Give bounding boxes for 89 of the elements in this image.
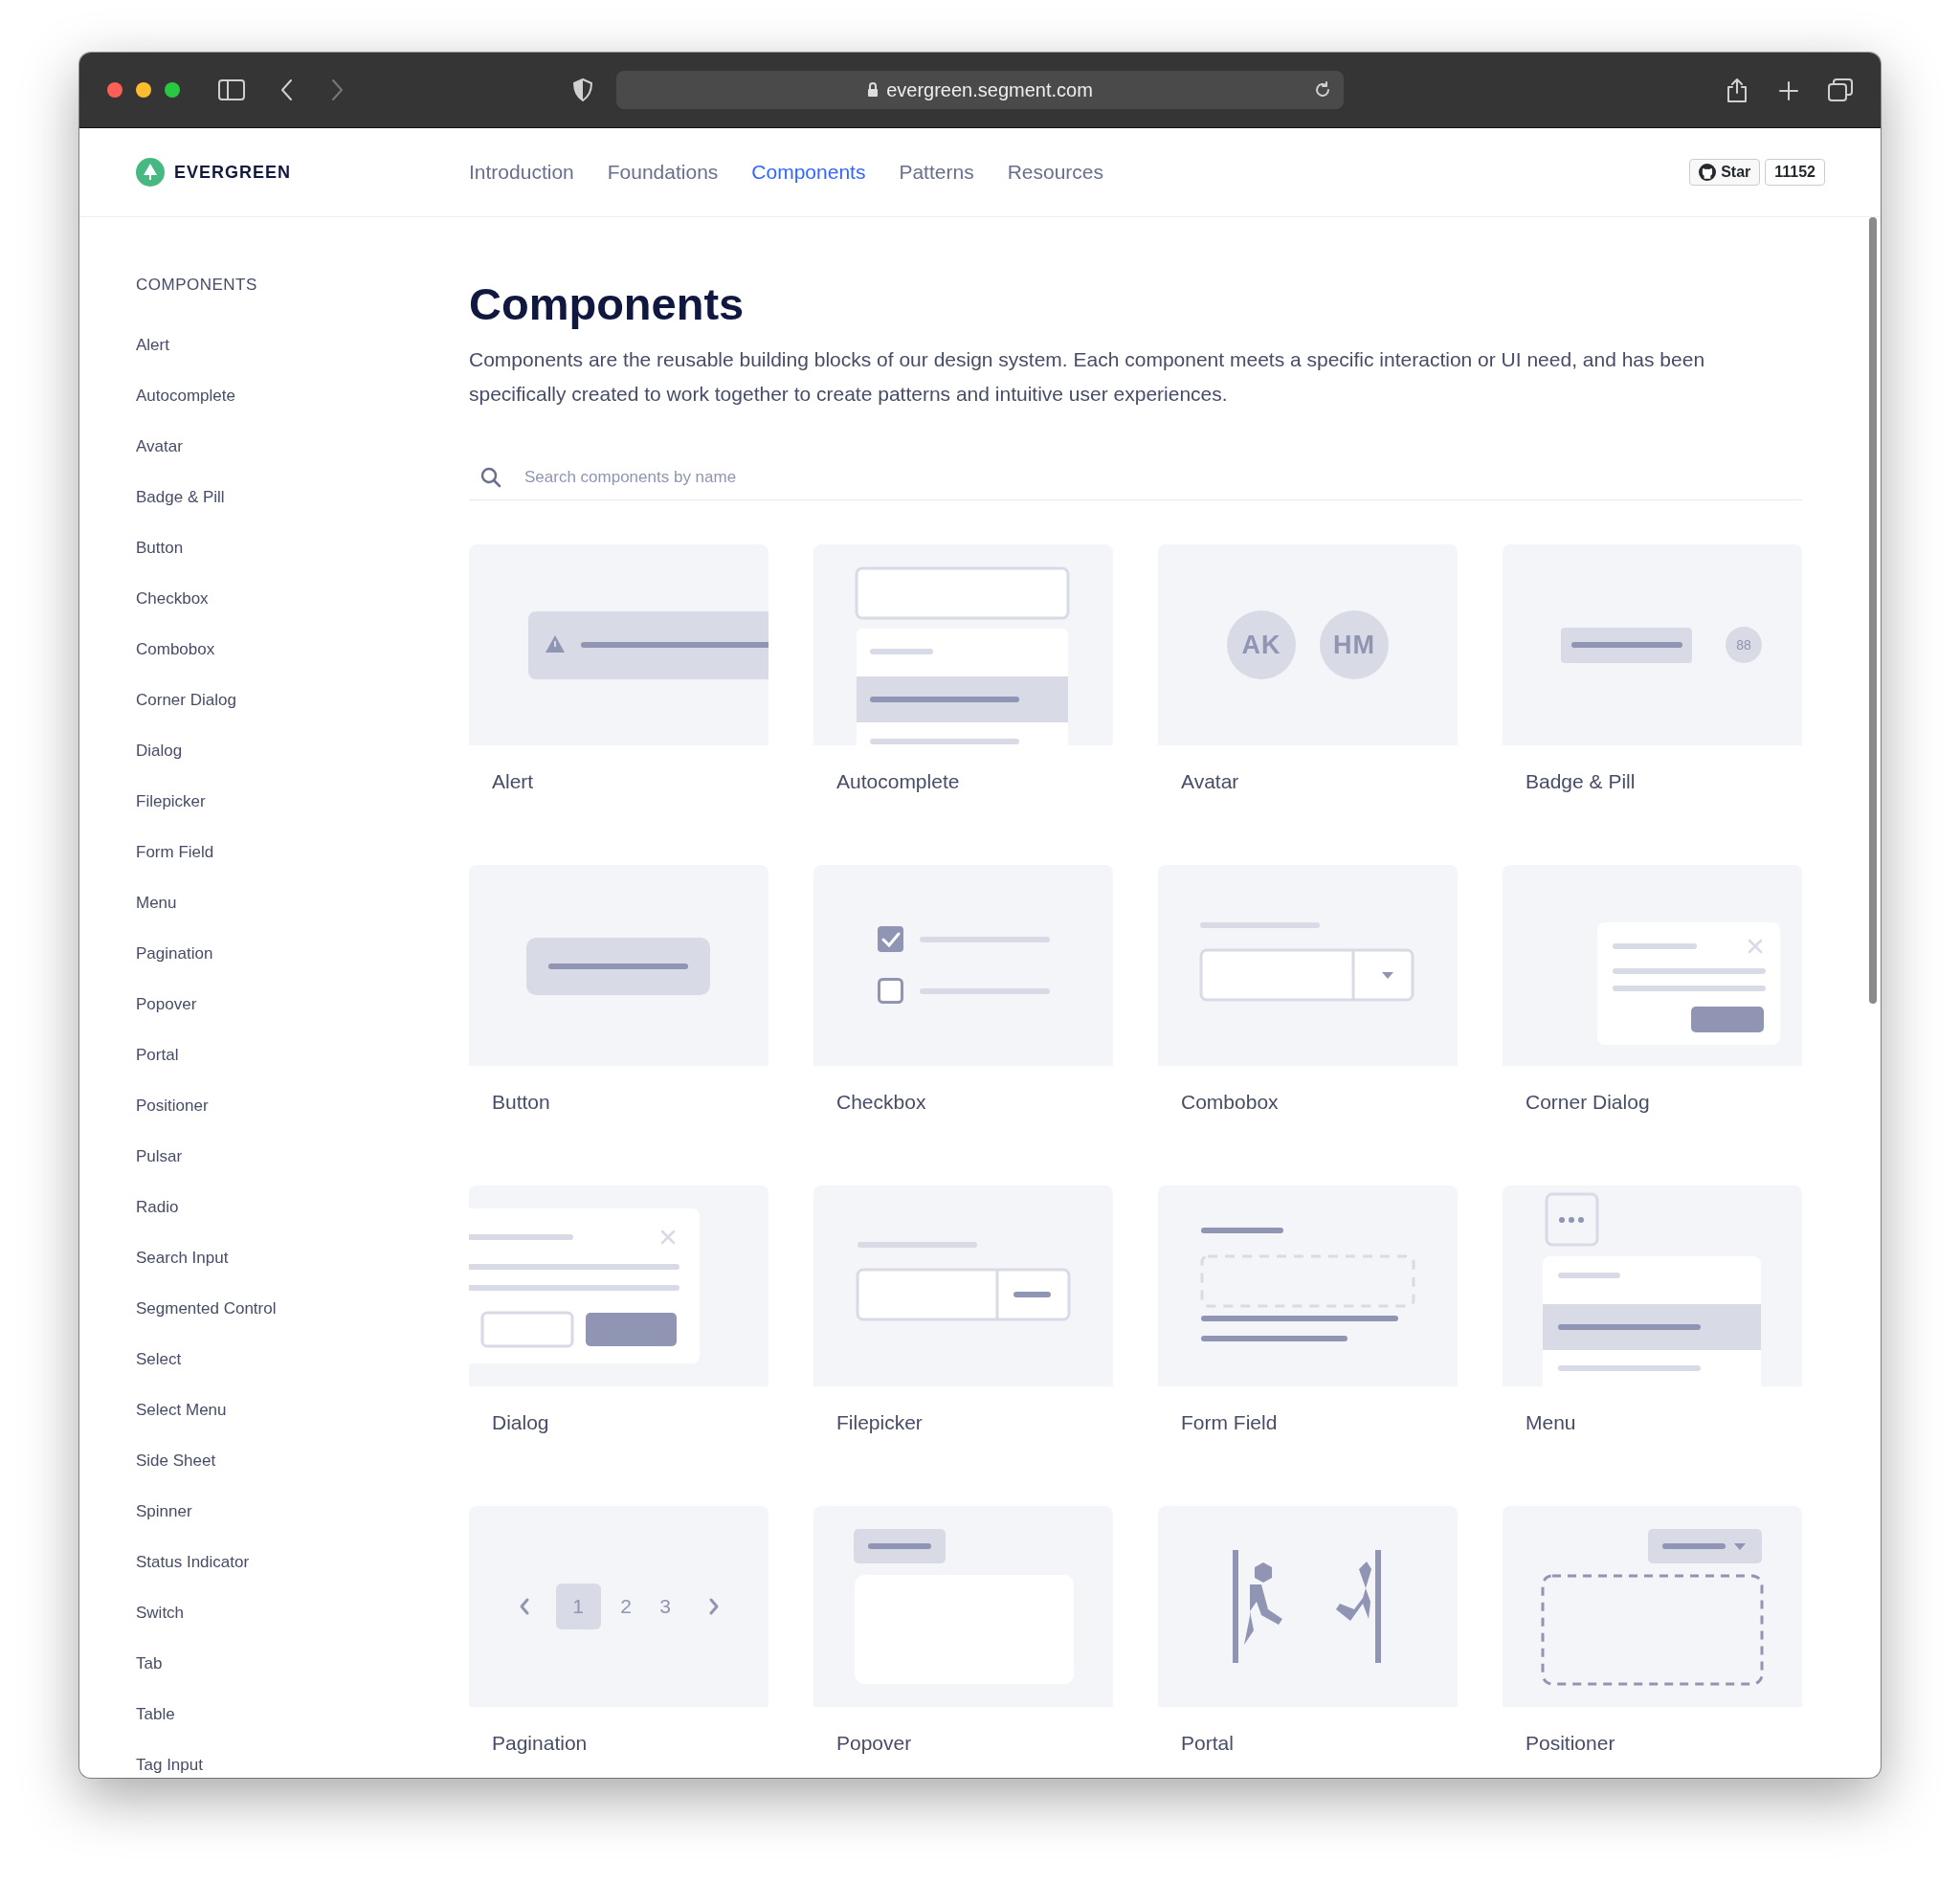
plus-icon[interactable]: [1779, 81, 1798, 100]
sidebar-link[interactable]: Corner Dialog: [136, 691, 236, 710]
url-text: evergreen.segment.com: [886, 78, 1093, 101]
card-preview[interactable]: [1158, 1185, 1458, 1386]
logo-text: EVERGREEN: [174, 162, 292, 183]
back-icon[interactable]: [280, 78, 294, 101]
sidebar-icon[interactable]: [218, 78, 245, 101]
sidebar-link[interactable]: Form Field: [136, 843, 214, 862]
card-title[interactable]: Filepicker: [836, 1411, 923, 1434]
card-preview[interactable]: [1503, 865, 1802, 1066]
sidebar-link[interactable]: Alert: [136, 336, 169, 355]
sidebar-link[interactable]: Filepicker: [136, 792, 206, 811]
card-title[interactable]: Positioner: [1526, 1732, 1615, 1755]
sidebar-link[interactable]: Pulsar: [136, 1147, 183, 1166]
chevron-right-icon: [709, 1598, 719, 1615]
card-title[interactable]: Pagination: [492, 1732, 588, 1755]
nav-link[interactable]: Introduction: [469, 161, 574, 184]
card-title[interactable]: Dialog: [492, 1411, 549, 1434]
sidebar-link[interactable]: Search Input: [136, 1249, 229, 1268]
sidebar-link[interactable]: Select: [136, 1350, 182, 1369]
card-preview[interactable]: [469, 1185, 768, 1386]
avatar: HM: [1320, 610, 1389, 679]
sidebar-link[interactable]: Spinner: [136, 1502, 192, 1521]
sidebar-link[interactable]: Portal: [136, 1046, 179, 1065]
close-button[interactable]: [107, 82, 122, 98]
sidebar-link[interactable]: Combobox: [136, 640, 215, 659]
sidebar-link[interactable]: Radio: [136, 1198, 179, 1217]
share-icon[interactable]: [1726, 78, 1748, 103]
card-title[interactable]: Corner Dialog: [1526, 1091, 1650, 1114]
page-button: 1: [556, 1584, 601, 1629]
scrollbar-thumb[interactable]: [1869, 217, 1877, 1004]
minimize-button[interactable]: [136, 82, 151, 98]
nav-link[interactable]: Foundations: [607, 161, 719, 184]
sidebar-link[interactable]: Select Menu: [136, 1401, 227, 1420]
sidebar-link[interactable]: Tag Input: [136, 1756, 203, 1775]
sidebar-link[interactable]: Dialog: [136, 742, 183, 761]
card-title[interactable]: Badge & Pill: [1526, 770, 1636, 793]
sidebar-link[interactable]: Button: [136, 539, 184, 558]
sidebar-link[interactable]: Segmented Control: [136, 1299, 277, 1318]
sidebar-link[interactable]: Checkbox: [136, 589, 209, 609]
card-preview[interactable]: [1158, 1506, 1458, 1707]
card-title[interactable]: Combobox: [1181, 1091, 1279, 1114]
nav-link[interactable]: Resources: [1007, 161, 1104, 184]
sidebar-link[interactable]: Popover: [136, 995, 197, 1014]
github-icon: [1699, 164, 1717, 181]
count-badge: 88: [1726, 627, 1762, 663]
zoom-button[interactable]: [165, 82, 180, 98]
sidebar-link[interactable]: Switch: [136, 1604, 185, 1623]
page-title: Components: [469, 277, 746, 331]
card-title[interactable]: Autocomplete: [836, 770, 960, 793]
sidebar-link[interactable]: Status Indicator: [136, 1553, 250, 1572]
search-icon: [480, 467, 501, 488]
card-title[interactable]: Portal: [1181, 1732, 1234, 1755]
star-count[interactable]: 11152: [1765, 159, 1825, 186]
github-star-button[interactable]: Star: [1689, 159, 1761, 186]
sidebar-link[interactable]: Avatar: [136, 437, 183, 456]
sidebar-link[interactable]: Tab: [136, 1654, 163, 1673]
card-preview[interactable]: [469, 544, 768, 745]
page-number: 2: [620, 1595, 632, 1617]
chevron-left-icon: [520, 1598, 529, 1615]
card-title[interactable]: Popover: [836, 1732, 912, 1755]
card-title[interactable]: Button: [492, 1091, 550, 1114]
sidebar-link[interactable]: Autocomplete: [136, 387, 235, 406]
card-title[interactable]: Alert: [492, 770, 534, 793]
card-title[interactable]: Avatar: [1181, 770, 1239, 793]
card-title[interactable]: Checkbox: [836, 1091, 926, 1114]
tabs-icon[interactable]: [1828, 78, 1853, 101]
shield-icon[interactable]: [572, 78, 593, 101]
avatar: AK: [1227, 610, 1296, 679]
sidebar-link[interactable]: Table: [136, 1705, 175, 1724]
tree-logo-icon: [136, 158, 165, 187]
sidebar-link[interactable]: Positioner: [136, 1097, 209, 1116]
card-title[interactable]: Form Field: [1181, 1411, 1278, 1434]
card-title[interactable]: Menu: [1526, 1411, 1576, 1434]
nav-link[interactable]: Patterns: [899, 161, 974, 184]
page-description: Components are the reusable building blocks of our design system. Each component meets a specific interaction or UI need, and has been specifically created to work together to create patterns and intuitive user experiences.: [469, 347, 1706, 407]
sidebar-link[interactable]: Badge & Pill: [136, 488, 225, 507]
lock-icon: [867, 82, 880, 98]
sidebar-link[interactable]: Menu: [136, 894, 177, 913]
sidebar-link[interactable]: Pagination: [136, 944, 213, 964]
reload-icon[interactable]: [1313, 80, 1332, 100]
sidebar-heading: COMPONENTS: [136, 276, 257, 295]
forward-icon[interactable]: [330, 78, 344, 101]
address-bar[interactable]: evergreen.segment.com: [616, 71, 1344, 109]
nav-link[interactable]: Components: [751, 161, 866, 184]
sidebar-link[interactable]: Side Sheet: [136, 1451, 216, 1471]
page-number: 3: [659, 1595, 671, 1617]
search-field[interactable]: Search components by name: [523, 467, 1101, 488]
card-preview[interactable]: [1503, 1506, 1802, 1707]
